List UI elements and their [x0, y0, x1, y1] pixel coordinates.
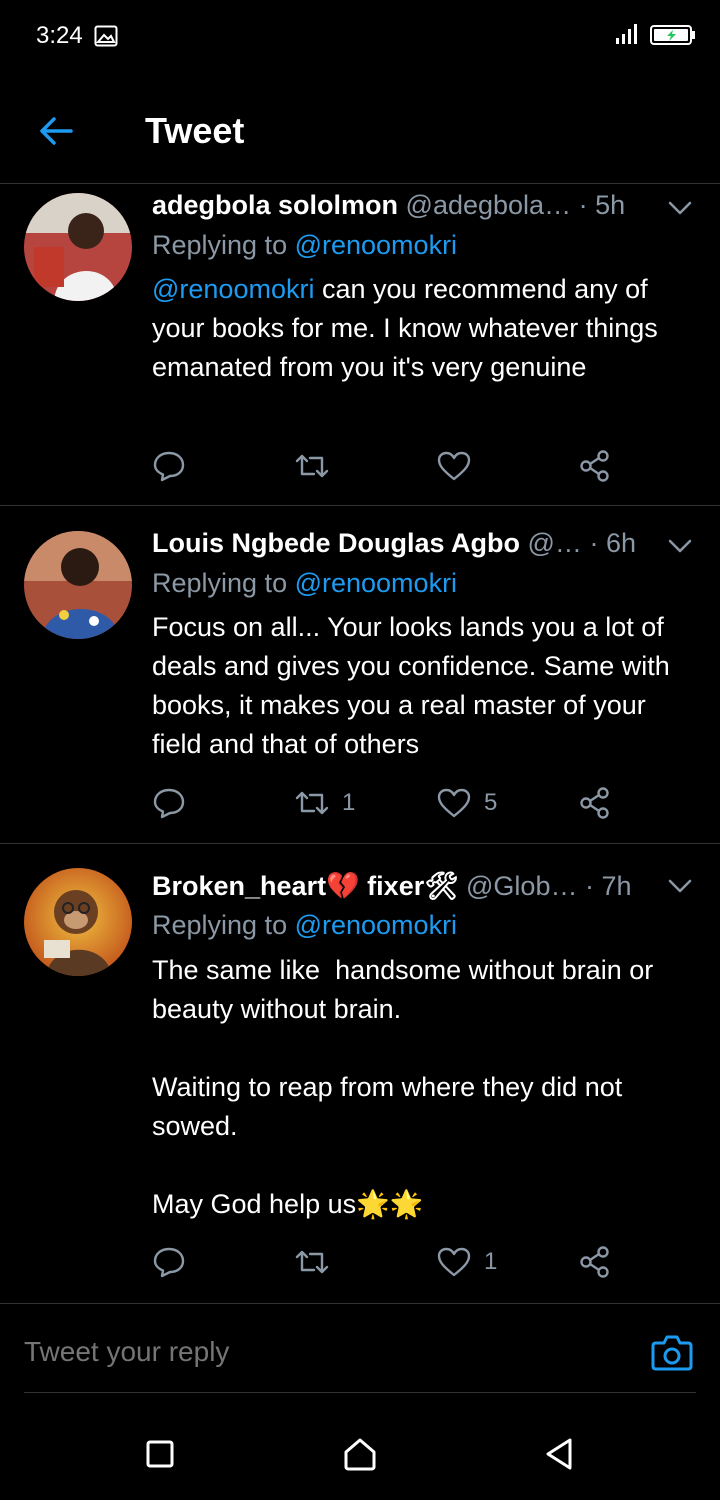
tweet-item[interactable]: Louis Ngbede Douglas Agbo @… · 6h Replyi…: [0, 506, 720, 844]
back-arrow-icon[interactable]: [36, 111, 76, 151]
mention-link[interactable]: @renoomokri: [295, 910, 457, 940]
status-time: 3:24: [36, 22, 83, 49]
replying-to: Replying to @renoomokri: [152, 568, 458, 598]
like-count: 1: [484, 1248, 498, 1275]
status-bar: 3:24: [0, 0, 720, 70]
like-icon: [436, 450, 472, 482]
share-icon: [578, 449, 612, 483]
mention-link[interactable]: @renoomokri: [295, 230, 457, 260]
replying-to: Replying to @renoomokri: [152, 230, 458, 260]
chevron-down-icon[interactable]: [666, 876, 694, 896]
reply-button[interactable]: [152, 1242, 186, 1282]
share-button[interactable]: [578, 783, 612, 823]
display-name[interactable]: adegbola sololmon: [152, 190, 398, 220]
mention-link[interactable]: @renoomokri: [295, 568, 457, 598]
like-button[interactable]: [436, 446, 484, 486]
system-nav-bar: [0, 1410, 720, 1500]
tweet-actions: 1: [152, 1242, 672, 1282]
like-count: 5: [484, 789, 498, 816]
like-icon: [436, 1246, 472, 1278]
like-icon: [436, 787, 472, 819]
user-handle[interactable]: @Glob…: [466, 871, 577, 901]
retweet-button[interactable]: [294, 1242, 342, 1282]
tweet-header: adegbola sololmon @adegbola… · 5h: [152, 190, 672, 221]
chevron-down-icon[interactable]: [666, 536, 694, 556]
replying-to: Replying to @renoomokri: [152, 910, 458, 940]
avatar[interactable]: [24, 868, 132, 976]
reply-composer: [24, 1330, 696, 1393]
timestamp: · 5h: [578, 190, 626, 220]
retweet-icon: [294, 1246, 330, 1278]
recents-icon[interactable]: [140, 1434, 180, 1474]
share-icon: [578, 1245, 612, 1279]
user-handle[interactable]: @adegbola…: [406, 190, 572, 220]
retweet-icon: [294, 787, 330, 819]
signal-icon: [614, 22, 642, 51]
reply-input[interactable]: [24, 1336, 584, 1368]
avatar[interactable]: [24, 193, 132, 301]
retweet-button[interactable]: [294, 446, 342, 486]
gallery-icon: [94, 25, 118, 52]
mention-link[interactable]: @renoomokri: [152, 274, 314, 304]
share-button[interactable]: [578, 446, 612, 486]
tweet-actions: [152, 446, 672, 486]
page-title: Tweet: [145, 110, 245, 151]
reply-button[interactable]: [152, 446, 186, 486]
camera-icon[interactable]: [650, 1330, 694, 1374]
display-name[interactable]: Louis Ngbede Douglas Agbo: [152, 528, 520, 558]
tweet-header: Broken_heart💔 fixer🛠 @Glob… · 7h: [152, 870, 672, 902]
timestamp: · 6h: [589, 528, 636, 558]
share-button[interactable]: [578, 1242, 612, 1282]
battery-charging-icon: [650, 24, 696, 51]
like-button[interactable]: 1: [436, 1242, 497, 1282]
reply-button[interactable]: [152, 783, 186, 823]
tweet-text: @renoomokri can you recommend any of you…: [152, 274, 666, 382]
user-handle[interactable]: @…: [528, 528, 582, 558]
tweet-item[interactable]: Broken_heart💔 fixer🛠 @Glob… · 7h Replyin…: [0, 844, 720, 1304]
like-button[interactable]: 5: [436, 783, 497, 823]
tweet-header: Louis Ngbede Douglas Agbo @… · 6h: [152, 528, 672, 559]
retweet-icon: [294, 450, 330, 482]
back-icon[interactable]: [540, 1434, 580, 1474]
display-name[interactable]: Broken_heart💔 fixer🛠: [152, 871, 459, 901]
reply-icon: [152, 449, 186, 483]
retweet-count: 1: [342, 789, 356, 816]
reply-icon: [152, 786, 186, 820]
retweet-button[interactable]: 1: [294, 783, 355, 823]
top-app-bar: Tweet: [0, 78, 720, 184]
home-icon[interactable]: [340, 1434, 380, 1474]
share-icon: [578, 786, 612, 820]
chevron-down-icon[interactable]: [666, 198, 694, 218]
timestamp: · 7h: [584, 871, 632, 901]
tweet-text: The same like handsome without brain or …: [152, 955, 654, 1219]
reply-icon: [152, 1245, 186, 1279]
avatar[interactable]: [24, 531, 132, 639]
tweet-text: Focus on all... Your looks lands you a l…: [152, 612, 678, 759]
tweet-actions: 1 5: [152, 783, 672, 823]
tweet-item[interactable]: adegbola sololmon @adegbola… · 5h Replyi…: [0, 184, 720, 506]
